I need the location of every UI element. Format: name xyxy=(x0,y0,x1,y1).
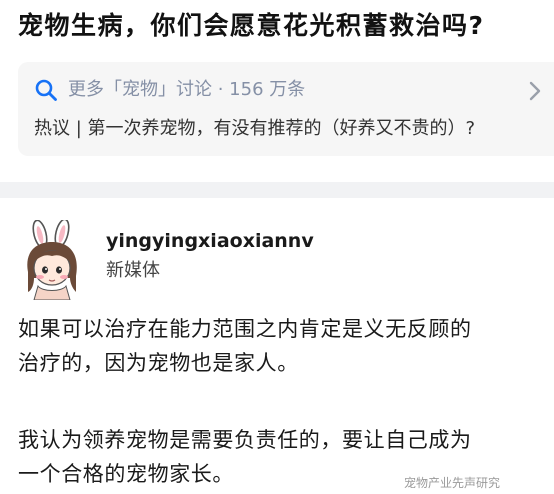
answer-card: yingyingxiaoxiannv 新媒体 如果可以治疗在能力范围之内肯定是义… xyxy=(0,198,554,491)
section-divider xyxy=(0,182,554,198)
related-search-link[interactable]: 更多「宠物」讨论 · 156 万条 xyxy=(68,77,305,103)
answer-line: 治疗的，因为宠物也是家人。 xyxy=(18,351,299,375)
watermark: 宠物产业先声研究 xyxy=(404,476,501,490)
chevron-right-icon[interactable] xyxy=(528,80,542,102)
answer-line: 如果可以治疗在能力范围之内肯定是义无反顾的 xyxy=(18,317,472,341)
author-tag: 新媒体 xyxy=(106,260,160,281)
answer-line: 我认为领养宠物是需要负责任的，要让自己成为 xyxy=(18,428,472,452)
question-header: 宠物生病，你们会愿意花光积蓄救治吗? 更多「宠物」讨论 · 156 万条 热议 … xyxy=(0,0,554,182)
question-title[interactable]: 宠物生病，你们会愿意花光积蓄救治吗? xyxy=(18,9,554,43)
hot-topic-link[interactable]: 热议 | 第一次养宠物，有没有推荐的（好养又不贵的）? xyxy=(34,115,475,143)
avatar[interactable] xyxy=(18,220,86,300)
answer-paragraph: 如果可以治疗在能力范围之内肯定是义无反顾的 治疗的，因为宠物也是家人。 xyxy=(18,312,554,380)
search-icon xyxy=(35,79,57,101)
author-name[interactable]: yingyingxiaoxiannv xyxy=(106,229,314,253)
related-discussion-card[interactable]: 更多「宠物」讨论 · 156 万条 热议 | 第一次养宠物，有没有推荐的（好养又… xyxy=(18,62,554,156)
